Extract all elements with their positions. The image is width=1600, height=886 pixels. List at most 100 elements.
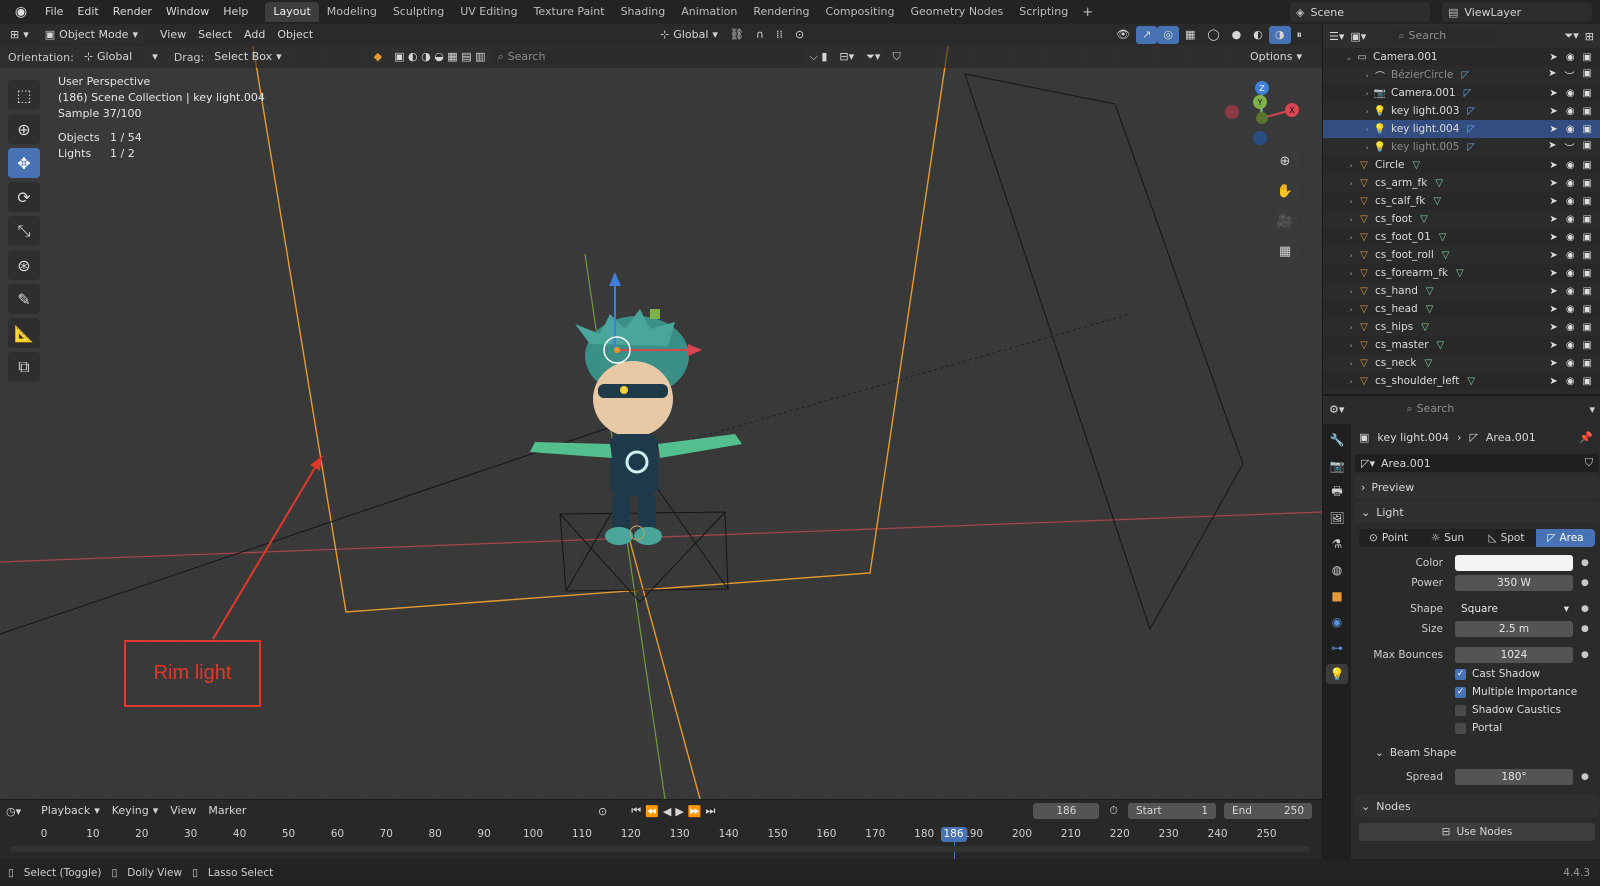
eye-icon[interactable]: ◉ [1566,160,1575,171]
tab-animation[interactable]: Animation [673,2,745,22]
timeline-menu-playback[interactable]: Playback ▾ [35,802,106,820]
filter-button[interactable]: ⏷▾ [860,48,886,66]
selectable-arrow-icon[interactable]: ➤ [1549,286,1557,297]
display-mode-icon[interactable]: ▣▾ [1350,30,1366,43]
tab-scene[interactable]: ⚗ [1326,534,1348,554]
jump-start-icon[interactable]: ⏮ [631,804,641,818]
eye-icon[interactable]: ︶ [1565,68,1575,83]
selectable-arrow-icon[interactable]: ➤ [1549,304,1557,315]
tab-object[interactable]: ■ [1326,586,1348,606]
zoom-button[interactable]: ⊕ [1272,148,1298,174]
chevron-right-icon[interactable]: › [1345,233,1357,242]
max-bounces-field[interactable]: 1024 [1455,647,1573,663]
render-camera-icon[interactable]: ▣ [1583,340,1592,351]
light-type-area[interactable]: ◸ Area [1536,529,1595,547]
light-type-point[interactable]: ⊙ Point [1359,529,1418,547]
preview-panel-header[interactable]: › Preview [1355,476,1599,498]
add-cube-tool[interactable]: ⧉ [8,352,40,382]
menu-edit[interactable]: Edit [70,2,105,22]
outliner-row[interactable]: › ▽ cs_hips ▽ ➤ ◉ ▣ [1323,318,1600,336]
eye-icon[interactable]: ◉ [1566,106,1575,117]
eye-icon[interactable]: ◉ [1566,250,1575,261]
3d-viewport[interactable]: ⊞ ▾ ▣ Object Mode ▾ View Select Add Object ⊹… [0,24,1322,799]
select-tool[interactable]: ⬚ [8,80,40,110]
selectable-arrow-icon[interactable]: ➤ [1549,106,1557,117]
ortho-toggle-button[interactable]: ▦ [1272,238,1298,264]
chevron-right-icon[interactable]: › [1345,377,1357,386]
menu-file[interactable]: File [38,2,70,22]
light-type-sun[interactable]: ☼ Sun [1418,529,1477,547]
eye-icon[interactable]: ◉ [1566,286,1575,297]
shield-button[interactable]: ⛉ [886,48,906,66]
properties-editor-icon[interactable]: ⚙▾ [1329,403,1344,416]
measure-tool[interactable]: 📐 [8,318,40,348]
keyframe-dot-icon[interactable]: ● [1581,650,1589,660]
outliner-row[interactable]: › 📷 Camera.001 ◸ ➤ ◉ ▣ [1323,84,1600,102]
outliner-row[interactable]: › 💡 key light.005 ◸ ➤ ︶ ▣ [1323,138,1600,156]
render-camera-icon[interactable]: ▣ [1583,124,1592,135]
annotate-tool[interactable]: ✎ [8,284,40,314]
scene-selector[interactable]: ◈ Scene [1290,2,1430,22]
selectable-arrow-icon[interactable]: ➤ [1549,214,1557,225]
menu-render[interactable]: Render [106,2,159,22]
chevron-right-icon[interactable]: › [1361,143,1373,152]
outliner-row[interactable]: › ⌒ BézierCircle ◸ ➤ ︶ ▣ [1323,66,1600,84]
pause-render-button[interactable]: ⏸ [1291,26,1309,44]
render-camera-icon[interactable]: ▣ [1583,376,1592,387]
cursor-tool[interactable]: ⊕ [8,114,40,144]
render-camera-icon[interactable]: ▣ [1583,52,1592,63]
outliner-row[interactable]: › ▽ cs_foot ▽ ➤ ◉ ▣ [1323,210,1600,228]
bookmark-button[interactable]: ⌵ ▮ [803,48,833,66]
chevron-right-icon[interactable]: ⌄ [1343,53,1355,62]
record-icon[interactable]: ⊙ [598,805,607,818]
render-camera-icon[interactable]: ▣ [1583,178,1592,189]
tab-render[interactable]: 📷 [1326,456,1348,476]
options-dropdown[interactable]: Options ▾ [1244,48,1308,66]
camera-view-button[interactable]: 🎥 [1272,208,1298,234]
checkbox-box[interactable] [1455,704,1466,716]
selectable-arrow-icon[interactable]: ➤ [1549,124,1557,135]
use-nodes-button[interactable]: ⊟ Use Nodes [1359,823,1595,841]
selectable-arrow-icon[interactable]: ➤ [1549,268,1557,279]
xray-button[interactable]: ▦ [1179,26,1201,44]
layout-button[interactable]: ⊟▾ [833,48,860,66]
outliner-row[interactable]: › ▽ cs_calf_fk ▽ ➤ ◉ ▣ [1323,192,1600,210]
render-camera-icon[interactable]: ▣ [1583,358,1592,369]
light-type-spot[interactable]: ◺ Spot [1477,529,1536,547]
chevron-right-icon[interactable]: › [1361,107,1373,116]
chevron-right-icon[interactable]: › [1345,161,1357,170]
tab-tool[interactable]: 🔧 [1326,430,1348,450]
viewport-menu-object[interactable]: Object [271,26,319,44]
snap-button[interactable]: ∩ [750,26,770,44]
chevron-right-icon[interactable]: › [1361,125,1373,134]
drag-dropdown[interactable]: Select Box ▾ [208,48,287,66]
keyframe-dot-icon[interactable]: ● [1581,578,1589,588]
tab-layout[interactable]: Layout [265,2,319,22]
blender-logo-icon[interactable]: ◉ [10,1,32,23]
stopwatch-icon[interactable]: ⏱ [1109,804,1118,818]
checkbox-box[interactable]: ✓ [1455,668,1466,680]
chevron-right-icon[interactable]: › [1345,341,1357,350]
outliner-row[interactable]: › ▽ cs_arm_fk ▽ ➤ ◉ ▣ [1323,174,1600,192]
selectable-arrow-icon[interactable]: ➤ [1549,52,1557,63]
chevron-right-icon[interactable]: › [1361,71,1373,80]
render-camera-icon[interactable]: ▣ [1583,196,1592,207]
timeline-menu-keying[interactable]: Keying ▾ [106,802,164,820]
chevron-right-icon[interactable]: › [1345,251,1357,260]
eye-icon[interactable]: ◉ [1566,232,1575,243]
light-datablock-selector[interactable]: ◸▾ Area.001 ⛉ [1355,454,1599,472]
chevron-right-icon[interactable]: › [1345,323,1357,332]
shading-rendered-button[interactable]: ◑ [1268,26,1291,44]
pan-button[interactable]: ✋ [1272,178,1298,204]
jump-keyframe-forward-icon[interactable]: ⏩ [688,805,702,818]
select-mode-buttons[interactable]: ▣ ◐ ◑ ◒ ▦ ▤ ▥ [388,48,491,66]
selectable-arrow-icon[interactable]: ➤ [1549,232,1557,243]
tab-uv-editing[interactable]: UV Editing [452,2,525,22]
current-frame-field[interactable]: 186 [1033,803,1100,819]
chevron-right-icon[interactable]: › [1345,269,1357,278]
nodes-panel-header[interactable]: ⌄ Nodes [1355,795,1599,817]
outliner-row[interactable]: ⌄ ▭ Camera.001 ➤ ◉ ▣ [1323,48,1600,66]
eye-icon[interactable]: ◉ [1566,178,1575,189]
tab-output[interactable]: 🖶 [1326,482,1348,502]
checkbox-cast-shadow[interactable]: ✓ Cast Shadow [1355,665,1599,683]
